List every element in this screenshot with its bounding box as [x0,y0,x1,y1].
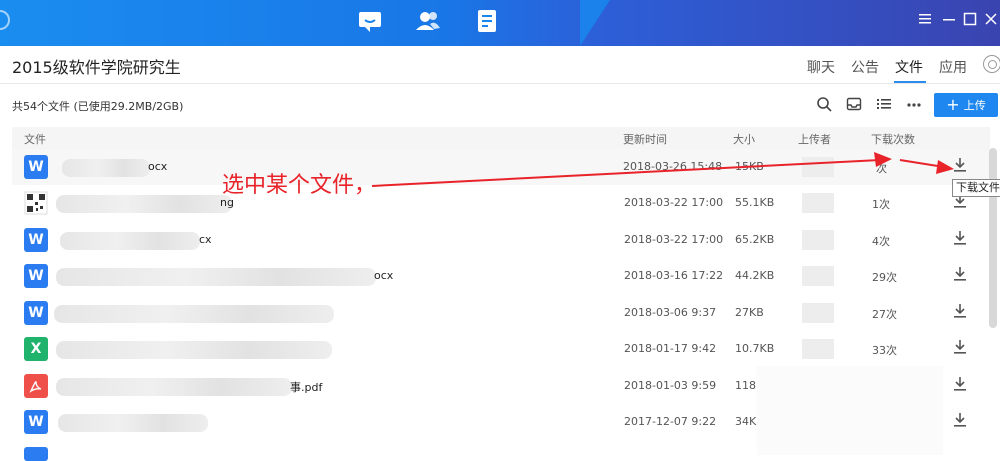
redaction-patch [757,366,943,455]
table-row[interactable]: W ocx 2018-03-26 15:48 15KB 次 [12,149,990,185]
word-file-icon: W [24,228,48,252]
blurred-uploader [802,266,834,286]
file-size: 65.2KB [735,233,775,246]
download-icon[interactable] [952,302,968,320]
update-time: 2018-03-16 17:22 [624,269,724,282]
download-icon[interactable] [952,229,968,247]
download-tooltip: 下载文件 [952,179,1000,197]
file-name: ocx [374,269,394,282]
table-header [12,127,990,149]
upload-label: 上传 [963,99,986,112]
download-count: 1次 [872,198,890,211]
blurred-uploader [802,339,834,359]
download-count: 29次 [872,271,897,284]
annotation-text: 选中某个文件， [222,173,377,198]
file-size: 27KB [735,306,764,319]
blurred-filename [56,378,292,396]
blurred-filename [62,159,150,177]
inbox-icon[interactable] [846,96,862,112]
file-name: ocx [148,160,168,173]
blurred-filename [56,268,376,286]
chat-icon[interactable] [357,8,383,34]
blurred-filename [56,341,332,359]
group-title: 2015级软件学院研究生 [12,58,181,77]
list-icon[interactable] [876,96,892,112]
file-name: 事.pdf [290,381,323,394]
search-icon[interactable] [816,96,832,112]
tab-files[interactable]: 文件 [895,57,923,77]
more-icon[interactable] [906,96,922,112]
download-count: 27次 [872,308,897,321]
upload-button[interactable]: + 上传 [934,93,998,117]
word-file-icon: W [24,410,48,434]
image-file-icon [24,191,48,215]
column-header-file[interactable]: 文件 [24,131,46,147]
download-count: 33次 [872,344,897,357]
tab-announcement[interactable]: 公告 [851,57,879,77]
file-name: cx [199,233,212,246]
file-size: 34K [735,415,757,428]
column-header-downloads[interactable]: 下载次数 [871,131,915,147]
table-row[interactable]: W cx 2018-03-22 17:00 65.2KB 4次 [12,222,990,258]
contacts-icon[interactable] [415,8,441,34]
word-file-icon: W [24,155,48,179]
left-edge-icon[interactable] [0,10,10,30]
file-size: 15KB [735,160,764,173]
download-icon[interactable] [952,375,968,393]
active-tab-indicator [894,81,926,83]
maximize-icon[interactable] [963,12,977,30]
blurred-filename [54,305,334,323]
minimize-icon[interactable] [942,12,956,30]
file-size: 10.7KB [735,342,775,355]
scrollbar[interactable] [989,148,997,328]
word-file-icon: W [24,301,48,325]
table-row[interactable]: X 2018-01-17 9:42 10.7KB 33次 [12,331,990,367]
update-time: 2018-01-03 9:59 [624,379,717,392]
column-header-time[interactable]: 更新时间 [623,131,667,147]
download-icon[interactable] [952,411,968,429]
blurred-filename [60,232,200,250]
menu-icon[interactable] [918,12,932,30]
update-time: 2018-03-26 15:48 [623,160,723,173]
plus-icon: + [946,95,960,114]
group-header: 2015级软件学院研究生 聊天 公告 文件 应用 [0,46,1000,84]
notes-icon[interactable] [474,8,500,34]
title-bar-accent [580,0,610,46]
settings-icon[interactable] [983,55,1000,73]
close-icon[interactable] [984,12,998,30]
word-file-icon: W [24,264,48,288]
file-size: 55.1KB [735,196,775,209]
download-icon[interactable] [952,156,968,174]
tab-apps[interactable]: 应用 [939,57,967,77]
file-usage-info: 共54个文件 (已使用29.2MB/2GB) [12,100,184,113]
blurred-uploader [802,303,834,323]
update-time: 2017-12-07 9:22 [624,415,717,428]
blurred-filename [56,195,232,213]
table-row[interactable]: W ocx 2018-03-16 17:22 44.2KB 29次 [12,258,990,294]
file-size: 44.2KB [735,269,775,282]
title-bar [0,0,1000,46]
update-time: 2018-03-22 17:00 [624,196,724,209]
tab-chat[interactable]: 聊天 [807,57,835,77]
column-header-uploader[interactable]: 上传者 [798,131,831,147]
download-icon[interactable] [952,338,968,356]
update-time: 2018-03-22 17:00 [624,233,724,246]
blurred-uploader [802,230,834,250]
blurred-uploader [802,157,834,177]
table-row[interactable]: W 2018-03-06 9:37 27KB 27次 [12,295,990,331]
download-icon[interactable] [952,265,968,283]
pdf-file-icon [24,374,48,398]
word-file-icon [24,447,48,461]
table-row[interactable]: ng 2018-03-22 17:00 55.1KB 1次 [12,185,990,221]
blurred-filename [58,414,208,432]
blurred-uploader [802,193,834,213]
column-header-size[interactable]: 大小 [733,131,755,147]
download-count: 4次 [872,235,890,248]
update-time: 2018-01-17 9:42 [624,342,717,355]
excel-file-icon: X [24,337,48,361]
update-time: 2018-03-06 9:37 [624,306,717,319]
download-count: 次 [876,162,887,175]
